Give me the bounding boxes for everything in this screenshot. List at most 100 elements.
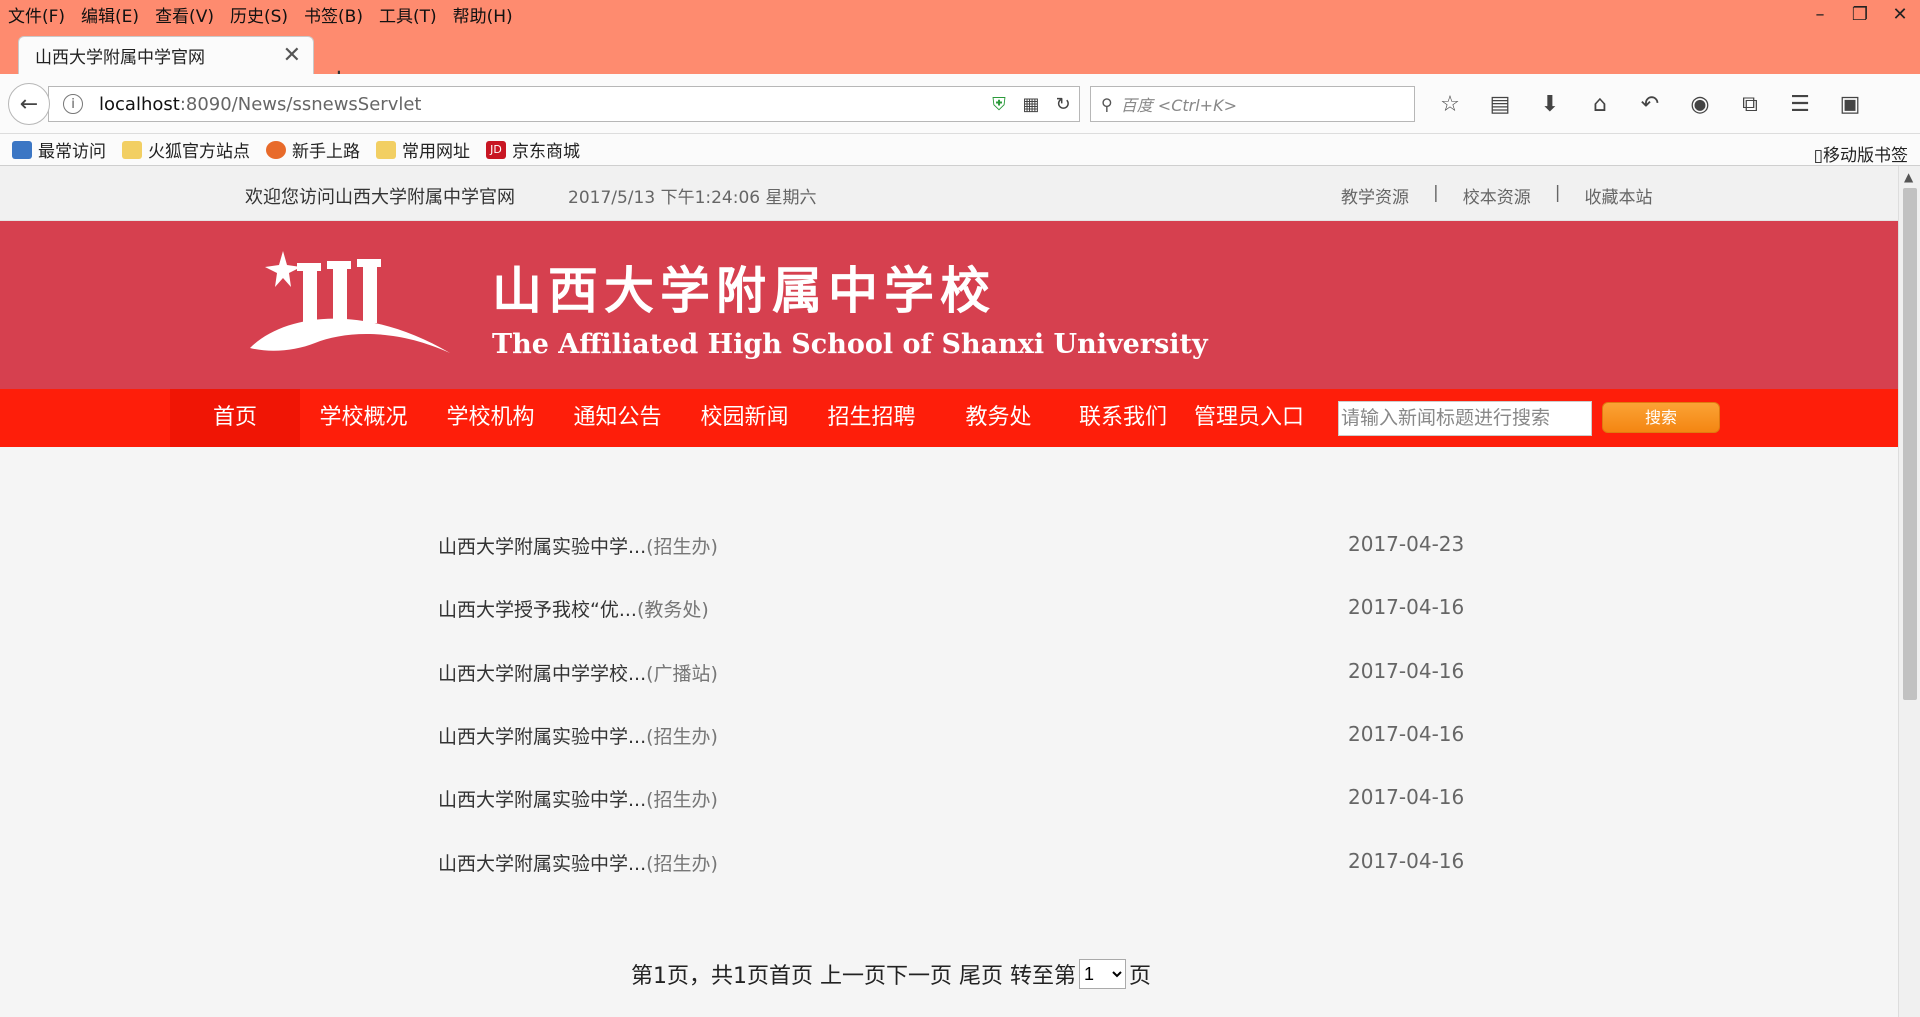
nav-school-overview[interactable]: 学校概况 (300, 389, 427, 447)
crop-icon[interactable]: ⧉ (1725, 92, 1775, 117)
browser-search-input[interactable]: ⚲ 百度 <Ctrl+K> (1090, 86, 1415, 122)
tab-title: 山西大学附属中学官网 (35, 48, 205, 68)
news-row[interactable]: 山西大学附属实验中学...(招生办) 2017-04-23 (0, 524, 1898, 564)
nav-contact-us[interactable]: 联系我们 (1062, 389, 1184, 447)
browser-nav-bar: i localhost:8090/News/ssnewsServlet ⛨ ▦ … (0, 74, 1920, 134)
search-icon: ⚲ (1101, 94, 1113, 114)
close-window-icon[interactable]: ✕ (1880, 0, 1920, 28)
search-button[interactable]: 搜索 (1602, 402, 1720, 433)
shield-icon[interactable]: ⛨ (983, 94, 1015, 115)
browser-search-placeholder: 百度 <Ctrl+K> (1120, 96, 1237, 115)
bookmark-getting-started[interactable]: 新手上路 (266, 137, 360, 162)
mobile-bookmarks[interactable]: ▯移动版书签 (1814, 141, 1908, 166)
link-bookmark-site[interactable]: 收藏本站 (1584, 183, 1652, 208)
bookmark-most-visited[interactable]: 最常访问 (12, 137, 106, 162)
bookmark-firefox-sites[interactable]: 火狐官方站点 (122, 137, 250, 162)
news-row[interactable]: 山西大学附属实验中学...(招生办) 2017-04-16 (0, 777, 1898, 817)
menu-edit[interactable]: 编辑(E) (73, 2, 147, 27)
nav-school-institutions[interactable]: 学校机构 (427, 389, 554, 447)
news-date: 2017-04-16 (1348, 849, 1465, 873)
restore-icon[interactable]: ❐ (1840, 0, 1880, 28)
minimize-icon[interactable]: – (1800, 0, 1840, 28)
link-school-resources[interactable]: 校本资源 (1463, 183, 1531, 208)
download-icon[interactable]: ⬇ (1525, 92, 1575, 117)
browser-tab[interactable]: 山西大学附属中学官网 ✕ (18, 36, 314, 74)
address-bar[interactable]: i localhost:8090/News/ssnewsServlet ⛨ ▦ … (48, 86, 1080, 122)
news-dept: (招生办) (646, 536, 718, 558)
pagination: 第1页，共1页首页 上一页下一页 尾页 转至第 1 页 (631, 958, 1151, 990)
news-date: 2017-04-16 (1348, 722, 1465, 746)
news-dept: (招生办) (646, 789, 718, 811)
news-date: 2017-04-16 (1348, 659, 1465, 683)
nav-recruitment[interactable]: 招生招聘 (808, 389, 935, 447)
menu-bookmarks[interactable]: 书签(B) (296, 2, 371, 27)
scrollbar[interactable]: ▲ (1898, 166, 1920, 1017)
news-search-input[interactable]: 请输入新闻标题进行搜索 (1338, 401, 1592, 436)
back-button[interactable]: ← (8, 83, 50, 125)
close-tab-icon[interactable]: ✕ (283, 43, 301, 68)
nav-home[interactable]: 首页 (170, 389, 300, 447)
separator: | (1554, 183, 1561, 203)
school-english-name: The Affiliated High School of Shanxi Uni… (492, 329, 1208, 360)
hamburger-menu-icon[interactable]: ☰ (1775, 92, 1825, 117)
nav-campus-news[interactable]: 校园新闻 (681, 389, 808, 447)
jd-icon: JD (486, 140, 506, 159)
top-links: 教学资源 | 校本资源 | 收藏本站 (1341, 183, 1652, 208)
news-row[interactable]: 山西大学授予我校“优...(教务处) 2017-04-16 (0, 587, 1898, 627)
menu-file[interactable]: 文件(F) (0, 2, 73, 27)
news-title[interactable]: 山西大学附属实验中学... (438, 853, 646, 875)
news-title[interactable]: 山西大学附属中学学校... (438, 663, 646, 685)
browser-menu-bar: 文件(F) 编辑(E) 查看(V) 历史(S) 书签(B) 工具(T) 帮助(H… (0, 0, 1920, 28)
menu-history[interactable]: 历史(S) (222, 2, 296, 27)
news-title[interactable]: 山西大学附属实验中学... (438, 789, 646, 811)
news-row[interactable]: 山西大学附属中学学校...(广播站) 2017-04-16 (0, 651, 1898, 691)
datetime-text: 2017/5/13 下午1:24:06 星期六 (568, 188, 817, 208)
news-date: 2017-04-16 (1348, 595, 1465, 619)
reload-icon[interactable]: ↻ (1047, 94, 1079, 115)
pagination-suffix: 页 (1128, 964, 1151, 989)
menu-help[interactable]: 帮助(H) (445, 2, 521, 27)
news-title[interactable]: 山西大学附属实验中学... (438, 536, 646, 558)
scroll-up-icon[interactable]: ▲ (1904, 170, 1913, 184)
news-title[interactable]: 山西大学授予我校“优... (438, 599, 637, 621)
extension-icon[interactable]: ▣ (1825, 92, 1875, 117)
news-date: 2017-04-16 (1348, 785, 1465, 809)
menu-tools[interactable]: 工具(T) (371, 2, 445, 27)
nav-notices[interactable]: 通知公告 (554, 389, 681, 447)
most-visited-icon (12, 140, 32, 159)
firefox-icon (266, 140, 286, 159)
site-banner: 山西大学附属中学校 The Affiliated High School of … (0, 221, 1898, 389)
news-row[interactable]: 山西大学附属实验中学...(招生办) 2017-04-16 (0, 714, 1898, 754)
home-icon[interactable]: ⌂ (1575, 92, 1625, 117)
nav-academic-affairs[interactable]: 教务处 (935, 389, 1062, 447)
news-date: 2017-04-23 (1348, 532, 1465, 556)
pagination-text[interactable]: 第1页，共1页首页 上一页下一页 尾页 转至第 (631, 958, 1076, 990)
scrollbar-thumb[interactable] (1903, 188, 1917, 700)
folder-icon (122, 140, 142, 159)
nav-admin-login[interactable]: 管理员入口 (1184, 389, 1314, 447)
phone-icon: ▯ (1813, 146, 1823, 166)
school-logo-icon (250, 251, 450, 353)
link-teaching-resources[interactable]: 教学资源 (1341, 183, 1409, 208)
news-row[interactable]: 山西大学附属实验中学...(招生办) 2017-04-16 (0, 841, 1898, 881)
qrcode-icon[interactable]: ▦ (1015, 94, 1047, 115)
news-dept: (招生办) (646, 726, 718, 748)
menu-view[interactable]: 查看(V) (147, 2, 222, 27)
page-content: 欢迎您访问山西大学附属中学官网 2017/5/13 下午1:24:06 星期六 … (0, 166, 1898, 1017)
news-dept: (招生办) (646, 853, 718, 875)
bookmark-common-sites[interactable]: 常用网址 (376, 137, 470, 162)
news-dept: (广播站) (646, 663, 718, 685)
page-select[interactable]: 1 (1078, 959, 1126, 989)
bookmark-jd[interactable]: JD 京东商城 (486, 137, 580, 162)
url-text[interactable]: localhost:8090/News/ssnewsServlet (99, 94, 421, 115)
welcome-text: 欢迎您访问山西大学附属中学官网 (245, 187, 515, 208)
info-icon[interactable]: i (63, 94, 83, 114)
screenshot-icon[interactable]: ◉ (1675, 92, 1725, 117)
school-chinese-name: 山西大学附属中学校 (492, 261, 996, 320)
tab-bar: 山西大学附属中学官网 ✕ + (0, 28, 1920, 94)
news-title[interactable]: 山西大学附属实验中学... (438, 726, 646, 748)
star-icon[interactable]: ☆ (1425, 92, 1475, 117)
window-controls: – ❐ ✕ (1800, 0, 1920, 28)
reading-list-icon[interactable]: ▤ (1475, 92, 1525, 117)
undo-icon[interactable]: ↶ (1625, 92, 1675, 117)
